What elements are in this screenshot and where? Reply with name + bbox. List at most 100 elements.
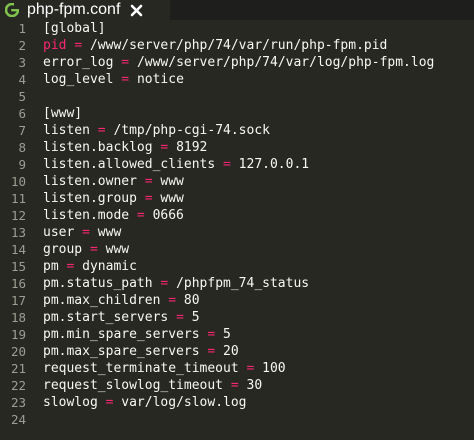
code-line: 21 request_terminate_timeout = 100 (0, 360, 474, 377)
code-text: listen.owner = www (43, 173, 184, 190)
line-number: 15 (10, 259, 26, 274)
code-line: 7 listen = /tmp/php-cgi-74.sock (0, 122, 474, 139)
line-number: 22 (10, 378, 26, 393)
config-value: notice (136, 72, 184, 87)
line-number: 20 (10, 344, 26, 359)
code-line: 20 pm.max_spare_servers = 20 (0, 343, 474, 360)
line-number: 6 (18, 106, 26, 121)
line-number: 12 (10, 208, 26, 223)
code-line: 5 (0, 88, 474, 105)
config-value: www (97, 225, 122, 240)
config-key: pm.status_path (43, 276, 153, 291)
config-key: [global] (43, 21, 106, 36)
code-line: 18 pm.start_servers = 5 (0, 309, 474, 326)
code-line: 3 error_log = /www/server/php/74/var/log/… (0, 54, 474, 71)
assign-operator: = (136, 208, 145, 223)
assign-operator: = (207, 344, 216, 359)
line-number: 4 (18, 72, 26, 87)
line-number: 23 (10, 395, 26, 410)
config-value: 30 (246, 378, 263, 393)
code-text: pm.min_spare_servers = 5 (43, 326, 231, 343)
code-text: listen.mode = 0666 (43, 207, 184, 224)
code-editor[interactable]: 1 [global] 2 pid = /www/server/php/74/var/r… (0, 20, 474, 428)
assign-operator: = (230, 378, 239, 393)
config-value: 20 (223, 344, 239, 359)
line-number: 19 (10, 327, 26, 342)
config-value: 5 (223, 327, 231, 342)
config-key: listen.owner (43, 174, 137, 189)
config-value: dynamic (82, 259, 137, 274)
config-value: 8192 (176, 140, 208, 155)
code-text: pm = dynamic (43, 258, 137, 275)
config-value: /www/server/php/74/var/log/php-fpm.log (136, 55, 435, 70)
config-value: 100 (262, 361, 286, 376)
code-line: 23 slowlog = var/log/slow.log (0, 394, 474, 411)
assign-operator: = (246, 361, 255, 376)
code-text: error_log = /www/server/php/74/var/log/p… (43, 54, 434, 71)
line-number: 7 (18, 123, 26, 138)
code-text: group = www (43, 241, 129, 258)
code-text: listen.group = www (43, 190, 184, 207)
assign-operator: = (97, 123, 106, 138)
config-key: pm.max_spare_servers (43, 344, 200, 359)
assign-operator: = (121, 55, 130, 70)
tab-php-fpm-conf[interactable]: php-fpm.conf (0, 0, 170, 20)
assign-operator: = (168, 293, 177, 308)
assign-operator: = (207, 327, 216, 342)
config-value: 0666 (152, 208, 184, 223)
code-line: 11 listen.group = www (0, 190, 474, 207)
config-value: www (160, 174, 184, 189)
code-line: 12 listen.mode = 0666 (0, 207, 474, 224)
assign-operator: = (144, 174, 153, 189)
line-number: 8 (18, 140, 26, 155)
line-number: 18 (10, 310, 26, 325)
config-key: pm (43, 259, 59, 274)
line-number: 10 (10, 174, 26, 189)
code-text: pm.status_path = /phpfpm_74_status (43, 275, 309, 292)
line-number: 14 (10, 242, 26, 257)
config-key: group (43, 242, 83, 257)
config-value: /www/server/php/74/var/run/php-fpm.pid (89, 38, 388, 53)
config-value: /phpfpm_74_status (176, 276, 310, 291)
code-line: 1 [global] (0, 20, 474, 37)
config-key: request_slowlog_timeout (43, 378, 224, 393)
config-key: error_log (43, 55, 114, 70)
assign-operator: = (121, 72, 130, 87)
gear-icon (5, 3, 19, 17)
line-number: 16 (10, 276, 26, 291)
code-line: 4 log_level = notice (0, 71, 474, 88)
config-key: log_level (43, 72, 114, 87)
code-line: 2 pid = /www/server/php/74/var/run/php-fp… (0, 37, 474, 54)
code-text: listen.allowed_clients = 127.0.0.1 (43, 156, 309, 173)
code-text: listen = /tmp/php-cgi-74.sock (43, 122, 270, 139)
assign-operator: = (160, 276, 169, 291)
code-line: 15 pm = dynamic (0, 258, 474, 275)
assign-operator: = (66, 259, 75, 274)
config-key: pm.start_servers (43, 310, 169, 325)
code-line: 13 user = www (0, 224, 474, 241)
code-text: user = www (43, 224, 121, 241)
code-text: listen.backlog = 8192 (43, 139, 207, 156)
code-line: 16 pm.status_path = /phpfpm_74_status (0, 275, 474, 292)
line-number: 2 (18, 38, 26, 53)
code-text: slowlog = var/log/slow.log (43, 394, 247, 411)
config-key: listen.allowed_clients (43, 157, 216, 172)
assign-operator: = (144, 191, 153, 206)
code-text: request_slowlog_timeout = 30 (43, 377, 262, 394)
code-line: 24 (0, 411, 474, 428)
config-key: listen (43, 123, 90, 138)
line-number: 1 (18, 21, 26, 36)
config-value: 80 (183, 293, 200, 308)
assign-operator: = (105, 395, 114, 410)
line-number: 3 (18, 55, 26, 70)
code-line: 17 pm.max_children = 80 (0, 292, 474, 309)
config-key: listen.backlog (43, 140, 153, 155)
assign-operator: = (82, 225, 90, 240)
code-text: [www] (43, 105, 82, 122)
tab-label: php-fpm.conf (27, 1, 121, 18)
config-key: request_terminate_timeout (43, 361, 239, 376)
line-number: 24 (10, 412, 26, 427)
line-number: 5 (18, 89, 26, 104)
close-icon[interactable] (128, 2, 144, 18)
config-key: listen.mode (43, 208, 130, 223)
